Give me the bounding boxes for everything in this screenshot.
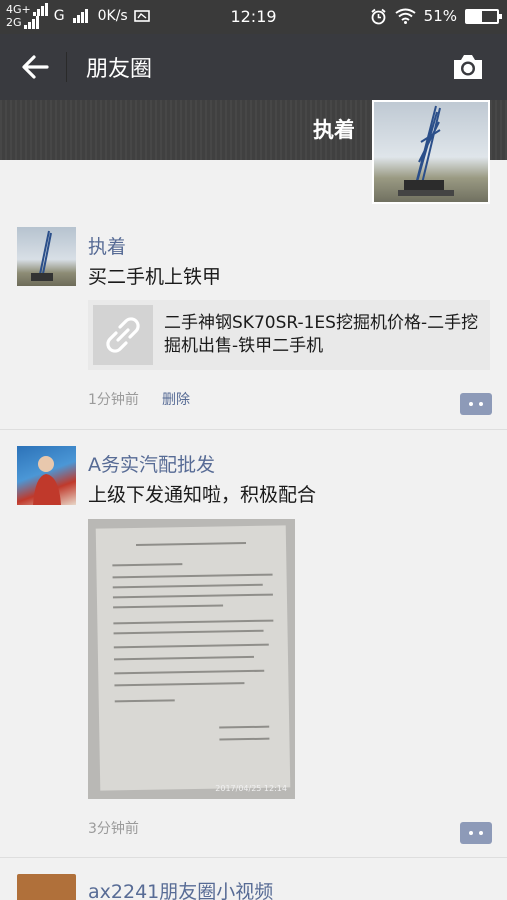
post-author[interactable]: A务实汽配批发 <box>88 450 215 477</box>
battery-percent: 51% <box>423 7 457 25</box>
avatar[interactable] <box>17 446 76 505</box>
crane-photo <box>398 105 454 196</box>
post-divider <box>0 857 507 858</box>
comment-button[interactable] <box>460 393 492 415</box>
comment-button[interactable] <box>460 822 492 844</box>
link-thumbnail <box>93 305 153 365</box>
post-divider <box>0 429 507 430</box>
wifi-icon <box>395 8 416 24</box>
cover-username[interactable]: 执着 <box>313 114 355 144</box>
delete-button[interactable]: 删除 <box>162 389 190 409</box>
battery-icon <box>465 8 502 24</box>
avatar[interactable] <box>17 874 76 900</box>
camera-icon[interactable] <box>451 52 485 82</box>
avatar[interactable] <box>17 227 76 286</box>
person-photo <box>33 456 61 505</box>
profile-avatar[interactable] <box>372 100 490 204</box>
document-sheet <box>95 525 291 791</box>
back-arrow-icon[interactable] <box>20 50 50 84</box>
photo-timestamp: 2017/04/25 12:14 <box>215 784 287 793</box>
page-title: 朋友圈 <box>86 57 153 82</box>
link-icon <box>106 317 140 353</box>
post-time: 1分钟前 <box>88 392 139 408</box>
post-author[interactable]: ax2241朋友圈小视频 <box>88 877 273 900</box>
crane-photo <box>31 230 53 281</box>
shared-link-card[interactable]: 二手神钢SK70SR-1ES挖掘机价格-二手挖掘机出售-铁甲二手机 <box>88 300 490 370</box>
post-text: 买二手机上铁甲 <box>88 266 222 288</box>
nav-bar: 朋友圈 <box>0 34 507 100</box>
alarm-icon <box>371 8 386 24</box>
post-photo[interactable]: 2017/04/25 12:14 <box>88 519 295 799</box>
status-bar: 4G+ 2G G 0K/s 12:19 51% <box>0 0 507 34</box>
nav-divider <box>66 52 67 82</box>
post-text: 上级下发通知啦，积极配合 <box>88 484 317 506</box>
link-title: 二手神钢SK70SR-1ES挖掘机价格-二手挖掘机出售-铁甲二手机 <box>164 313 479 356</box>
post-time: 3分钟前 <box>88 821 139 837</box>
post-author[interactable]: 执着 <box>88 232 126 259</box>
